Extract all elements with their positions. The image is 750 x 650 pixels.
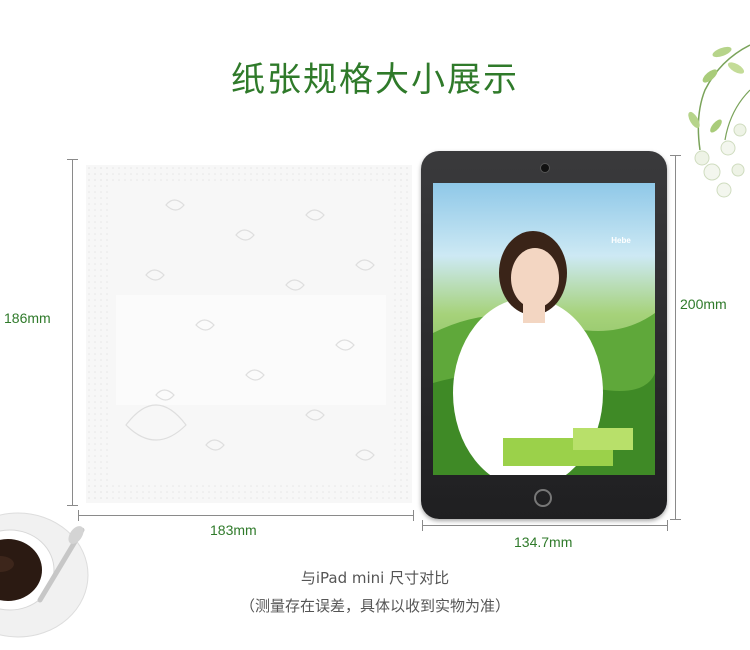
tablet-width-tick-right [667,520,668,531]
tissue-height-label: 186mm [4,310,51,326]
tissue-height-line [72,159,73,505]
page-title: 纸张规格大小展示 [231,60,519,100]
tablet-height-label: 200mm [680,296,727,312]
coffee-cup-icon [0,512,89,638]
tissue-height-tick-top [67,159,78,160]
tissue-width-line [78,515,413,516]
comparison-caption: 与iPad mini 尺寸对比 [300,569,450,587]
measurement-note: （测量存在误差，具体以收到实物为准） [239,597,510,615]
tissue-width-label: 183mm [210,522,257,538]
tissue-sheet [86,165,412,503]
ipad-mini-tablet: Hebe [421,151,667,519]
tissue-width-tick-right [413,510,414,521]
tablet-height-tick-bottom [670,519,681,520]
camera-icon [540,163,550,173]
tablet-width-label: 134.7mm [514,534,573,550]
tablet-home-button-icon [534,489,552,507]
ad-illustration [433,231,655,475]
tablet-screen-ad: Hebe [433,183,655,475]
tablet-width-line [422,525,667,526]
tablet-height-tick-top [670,155,681,156]
tablet-height-line [675,155,676,519]
tablet-width-tick-left [422,520,423,531]
hebe-logo: Hebe [611,236,631,245]
tissue-emboss-pattern [86,165,412,503]
